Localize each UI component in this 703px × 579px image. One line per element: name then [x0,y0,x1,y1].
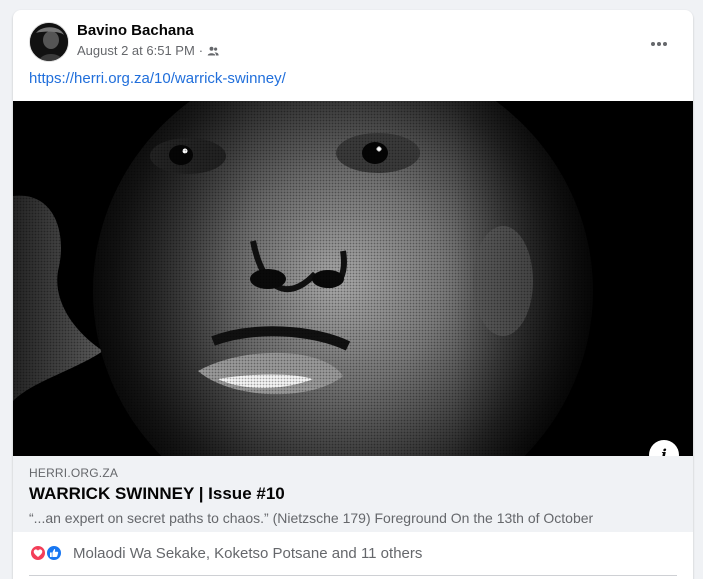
preview-description: “...an expert on secret paths to chaos.”… [29,510,594,526]
link-preview[interactable]: i HERRI.ORG.ZA WARRICK SWINNEY | Issue #… [13,101,693,532]
meta-separator: · [198,43,204,58]
preview-title[interactable]: WARRICK SWINNEY | Issue #10 [29,484,285,504]
like-icon [45,544,63,562]
post-card: Bavino Bachana August 2 at 6:51 PM · htt… [13,10,693,579]
portrait-image [13,101,693,456]
more-horizontal-icon [651,42,667,46]
post-header: Bavino Bachana August 2 at 6:51 PM · [13,10,693,66]
post-timestamp[interactable]: August 2 at 6:51 PM [77,43,195,58]
friends-icon[interactable] [207,45,219,57]
author-avatar[interactable] [29,22,69,62]
reaction-icons [29,543,67,563]
preview-text-block[interactable]: HERRI.ORG.ZA WARRICK SWINNEY | Issue #10… [13,456,693,532]
post-meta: August 2 at 6:51 PM · [77,43,219,58]
reactions-text[interactable]: Molaodi Wa Sekake, Koketso Potsane and 1… [73,545,422,562]
author-name[interactable]: Bavino Bachana [77,22,194,39]
reactions-divider [29,575,677,576]
reactions-summary[interactable]: Molaodi Wa Sekake, Koketso Potsane and 1… [29,541,422,565]
love-icon [29,544,47,562]
avatar-image [30,23,68,61]
more-options-button[interactable] [641,26,677,62]
preview-image[interactable] [13,101,693,456]
post-link[interactable]: https://herri.org.za/10/warrick-swinney/ [29,70,286,87]
preview-domain: HERRI.ORG.ZA [29,466,119,480]
